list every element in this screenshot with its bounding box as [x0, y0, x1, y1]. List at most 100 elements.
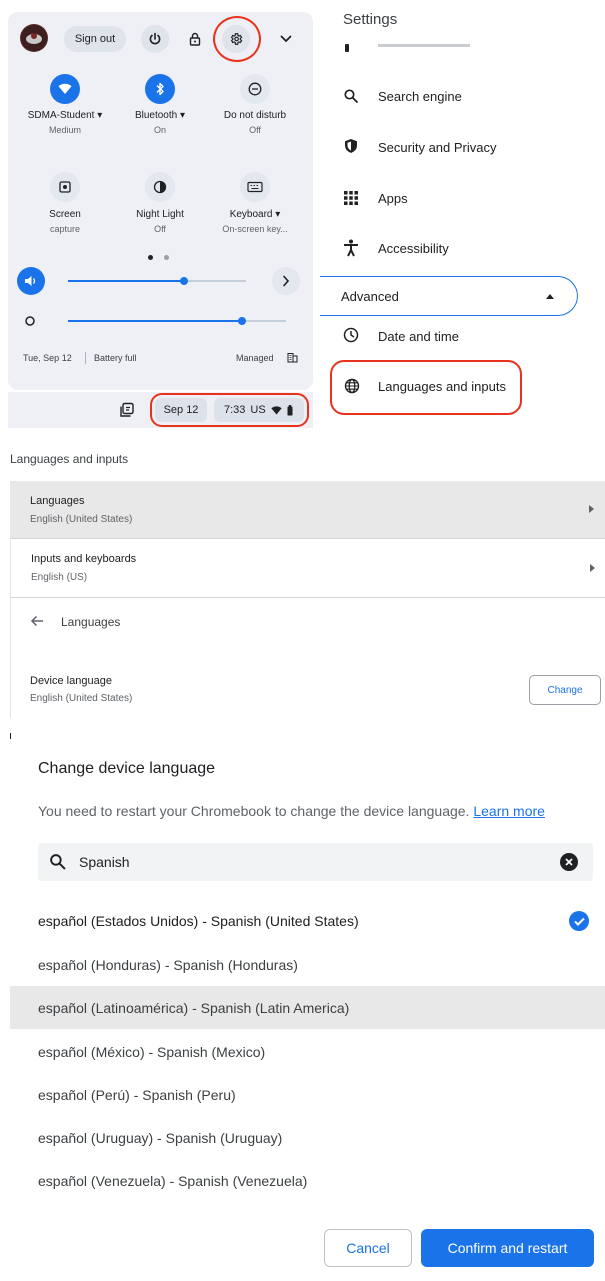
quick-settings-panel: Sign out SDMA-Student ▾ Medium Bluetooth… — [8, 12, 313, 390]
managed-label[interactable]: Managed — [236, 353, 274, 363]
dialog-edge-mark — [10, 733, 11, 739]
languages-row-title: Languages — [30, 495, 85, 507]
change-language-button[interactable]: Change — [529, 675, 601, 705]
screen-capture-toggle[interactable] — [50, 172, 80, 202]
language-option-es-419[interactable]: español (Latinoamérica) - Spanish (Latin… — [10, 986, 605, 1029]
menu-item-search-engine[interactable]: Search engine — [378, 89, 462, 104]
do-not-disturb-title[interactable]: Do not disturb — [210, 110, 300, 121]
languages-row-sub: English (United States) — [30, 514, 133, 525]
collapse-button[interactable] — [272, 25, 300, 53]
advanced-toggle[interactable]: Advanced — [320, 276, 578, 316]
avatar-icon — [21, 25, 47, 51]
footer-divider — [85, 352, 86, 364]
night-light-toggle[interactable] — [145, 172, 175, 202]
languages-row[interactable]: Languages English (United States) — [10, 481, 605, 539]
language-option-label: español (Latinoamérica) - Spanish (Latin… — [38, 999, 350, 1016]
pager-dot[interactable] — [164, 255, 169, 260]
inputs-keyboards-row[interactable]: Inputs and keyboards English (US) — [10, 540, 605, 598]
brightness-slider[interactable] — [68, 315, 286, 327]
keyboard-title[interactable]: Keyboard ▾ — [210, 209, 300, 220]
page-left-border — [10, 598, 11, 718]
brightness-slider-knob[interactable] — [238, 317, 246, 325]
volume-slider[interactable] — [68, 275, 246, 287]
lock-button[interactable] — [181, 25, 209, 53]
do-not-disturb-status: Off — [249, 125, 261, 135]
close-icon — [565, 858, 573, 866]
wifi-title[interactable]: SDMA-Student ▾ — [20, 110, 110, 121]
accessibility-icon — [343, 239, 361, 257]
language-option-es-pe[interactable]: español (Perú) - Spanish (Peru) — [0, 1073, 605, 1116]
language-option-label: español (Perú) - Spanish (Peru) — [38, 1086, 236, 1103]
cancel-button[interactable]: Cancel — [324, 1229, 412, 1267]
battery-label[interactable]: Battery full — [94, 353, 137, 363]
brightness-icon — [23, 314, 37, 328]
date-label[interactable]: Tue, Sep 12 — [23, 353, 72, 363]
language-option-es-us[interactable]: español (Estados Unidos) - Spanish (Unit… — [0, 899, 605, 942]
screen-capture-title[interactable]: Screen — [20, 209, 110, 220]
bluetooth-icon — [156, 82, 164, 96]
clock-icon — [343, 327, 361, 345]
bluetooth-title[interactable]: Bluetooth ▾ — [115, 110, 205, 121]
language-option-es-ve[interactable]: español (Venezuela) - Spanish (Venezuela… — [0, 1159, 605, 1202]
cancel-label: Cancel — [346, 1240, 390, 1256]
keyboard-icon — [247, 181, 263, 193]
arrow-right-icon — [589, 505, 594, 513]
screen-capture-icon — [59, 181, 71, 193]
power-button[interactable] — [141, 25, 169, 53]
change-language-label: Change — [547, 684, 583, 696]
shield-icon — [343, 138, 361, 156]
dialog-description-text: You need to restart your Chromebook to c… — [38, 803, 470, 819]
chevron-down-icon — [280, 35, 292, 43]
do-not-disturb-toggle[interactable] — [240, 74, 270, 104]
avatar[interactable] — [20, 24, 48, 52]
keyboard-status: On-screen key... — [222, 224, 288, 234]
arrow-right-icon — [590, 564, 595, 572]
languages-inputs-title: Languages and inputs — [10, 452, 129, 466]
bluetooth-status: On — [153, 125, 166, 135]
selected-check-icon — [569, 911, 589, 931]
do-not-disturb-icon — [248, 82, 262, 96]
cut-off-menu-icon — [345, 44, 349, 52]
language-search-field[interactable]: Spanish — [38, 843, 593, 881]
bluetooth-toggle[interactable] — [145, 74, 175, 104]
status-tray-highlight — [150, 393, 309, 427]
speaker-icon — [25, 276, 36, 286]
menu-item-date-time[interactable]: Date and time — [378, 329, 459, 344]
language-option-es-hn[interactable]: español (Honduras) - Spanish (Honduras) — [0, 943, 605, 986]
advanced-label: Advanced — [341, 289, 399, 304]
device-language-value: English (United States) — [30, 693, 133, 704]
confirm-restart-button[interactable]: Confirm and restart — [421, 1229, 594, 1267]
language-option-es-uy[interactable]: español (Uruguay) - Spanish (Uruguay) — [0, 1116, 605, 1159]
sign-out-button[interactable]: Sign out — [64, 26, 126, 52]
volume-slider-knob[interactable] — [180, 277, 188, 285]
back-arrow-icon[interactable] — [30, 615, 44, 627]
dialog-title: Change device language — [38, 760, 216, 777]
power-icon — [149, 32, 161, 45]
apps-grid-icon — [343, 190, 361, 208]
cut-off-menu-label — [378, 44, 470, 47]
confirm-restart-label: Confirm and restart — [447, 1240, 568, 1256]
night-light-icon — [153, 180, 167, 194]
volume-button[interactable] — [17, 267, 45, 295]
language-option-es-mx[interactable]: español (México) - Spanish (Mexico) — [0, 1030, 605, 1073]
keyboard-toggle[interactable] — [240, 172, 270, 202]
language-list: español (Estados Unidos) - Spanish (Unit… — [0, 899, 605, 1204]
menu-item-apps[interactable]: Apps — [378, 191, 408, 206]
language-option-label: español (Uruguay) - Spanish (Uruguay) — [38, 1129, 283, 1146]
brightness-slider-track — [246, 320, 286, 322]
learn-more-link[interactable]: Learn more — [473, 803, 545, 819]
dialog-description: You need to restart your Chromebook to c… — [38, 803, 545, 819]
pager-dot-active[interactable] — [148, 255, 153, 260]
clear-search-button[interactable] — [560, 853, 578, 871]
inputs-keyboards-row-title: Inputs and keyboards — [31, 553, 137, 565]
clipboard-history-icon[interactable] — [118, 401, 136, 419]
caret-up-icon — [546, 294, 554, 299]
night-light-status: Off — [154, 224, 166, 234]
night-light-title[interactable]: Night Light — [115, 209, 205, 220]
language-search-input[interactable]: Spanish — [79, 854, 130, 870]
menu-item-accessibility[interactable]: Accessibility — [378, 241, 449, 256]
audio-settings-button[interactable] — [272, 267, 300, 295]
wifi-toggle[interactable] — [50, 74, 80, 104]
inputs-keyboards-row-sub: English (US) — [31, 572, 88, 583]
menu-item-security-privacy[interactable]: Security and Privacy — [378, 140, 497, 155]
